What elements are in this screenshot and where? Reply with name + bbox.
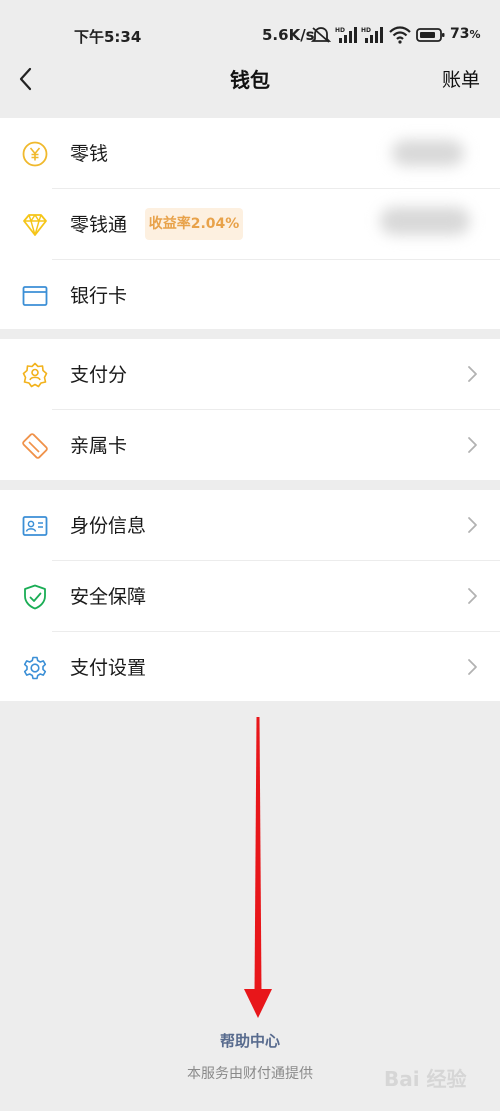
page-title: 钱包: [230, 68, 270, 92]
bill-button[interactable]: 账单: [442, 65, 480, 92]
signal-hd-2-icon: HD: [361, 27, 383, 43]
settings-section: 身份信息 安全保障 支付设置: [0, 490, 500, 701]
services-section: 支付分 亲属卡: [0, 339, 500, 480]
chevron-right-icon: [468, 517, 477, 533]
watermark-text: Bai 经验: [384, 1067, 467, 1091]
service-item-family-card[interactable]: 亲属卡: [0, 410, 500, 480]
diamond-icon: [23, 214, 47, 236]
wallet-item-label: 零钱通: [70, 214, 128, 236]
yen-coin-icon: [22, 141, 48, 167]
baidu-jingyan-watermark: Bai 经验: [384, 1067, 467, 1091]
status-time: 下午5:34: [74, 28, 142, 46]
chevron-right-icon: [468, 588, 477, 604]
battery-icon: [416, 28, 445, 42]
help-center-link[interactable]: 帮助中心: [0, 1030, 500, 1051]
svg-text:HD: HD: [335, 27, 345, 34]
shield-check-icon: [24, 584, 46, 610]
settings-item-payment-settings[interactable]: 支付设置: [0, 632, 500, 702]
service-item-label: 亲属卡: [70, 435, 128, 457]
settings-item-security[interactable]: 安全保障: [0, 561, 500, 631]
wallet-item-label: 零钱: [70, 143, 109, 165]
chevron-right-icon: [468, 366, 477, 382]
pay-score-icon: [22, 362, 48, 388]
id-card-icon: [22, 516, 48, 536]
signal-hd-1-icon: HD: [335, 27, 357, 43]
network-speed: 5.6K/s: [262, 26, 315, 44]
nav-bar: 钱包 账单: [0, 56, 500, 116]
status-bar: 下午5:34 5.6K/s HD HD 73%: [0, 0, 500, 56]
wifi-icon: [389, 26, 411, 44]
settings-item-identity[interactable]: 身份信息: [0, 490, 500, 560]
annotation-arrow: [244, 717, 272, 1018]
hidden-balance: [392, 140, 464, 166]
wallet-item-label: 银行卡: [70, 285, 128, 307]
settings-item-label: 支付设置: [70, 657, 147, 679]
hidden-balance: [380, 207, 470, 235]
svg-text:HD: HD: [361, 27, 371, 34]
settings-item-label: 身份信息: [70, 515, 147, 537]
wallet-item-bank-card[interactable]: 银行卡: [0, 260, 500, 330]
bank-card-icon: [22, 286, 48, 306]
service-item-label: 支付分: [70, 364, 128, 386]
service-item-pay-score[interactable]: 支付分: [0, 339, 500, 409]
chevron-right-icon: [468, 437, 477, 453]
gear-icon: [23, 656, 47, 680]
chevron-right-icon: [468, 659, 477, 675]
battery-percent: 73%: [450, 26, 481, 42]
family-card-icon: [22, 433, 48, 459]
mute-bell-icon: [311, 27, 331, 43]
yield-rate-badge: 收益率2.04%: [145, 208, 243, 240]
settings-item-label: 安全保障: [70, 586, 147, 608]
